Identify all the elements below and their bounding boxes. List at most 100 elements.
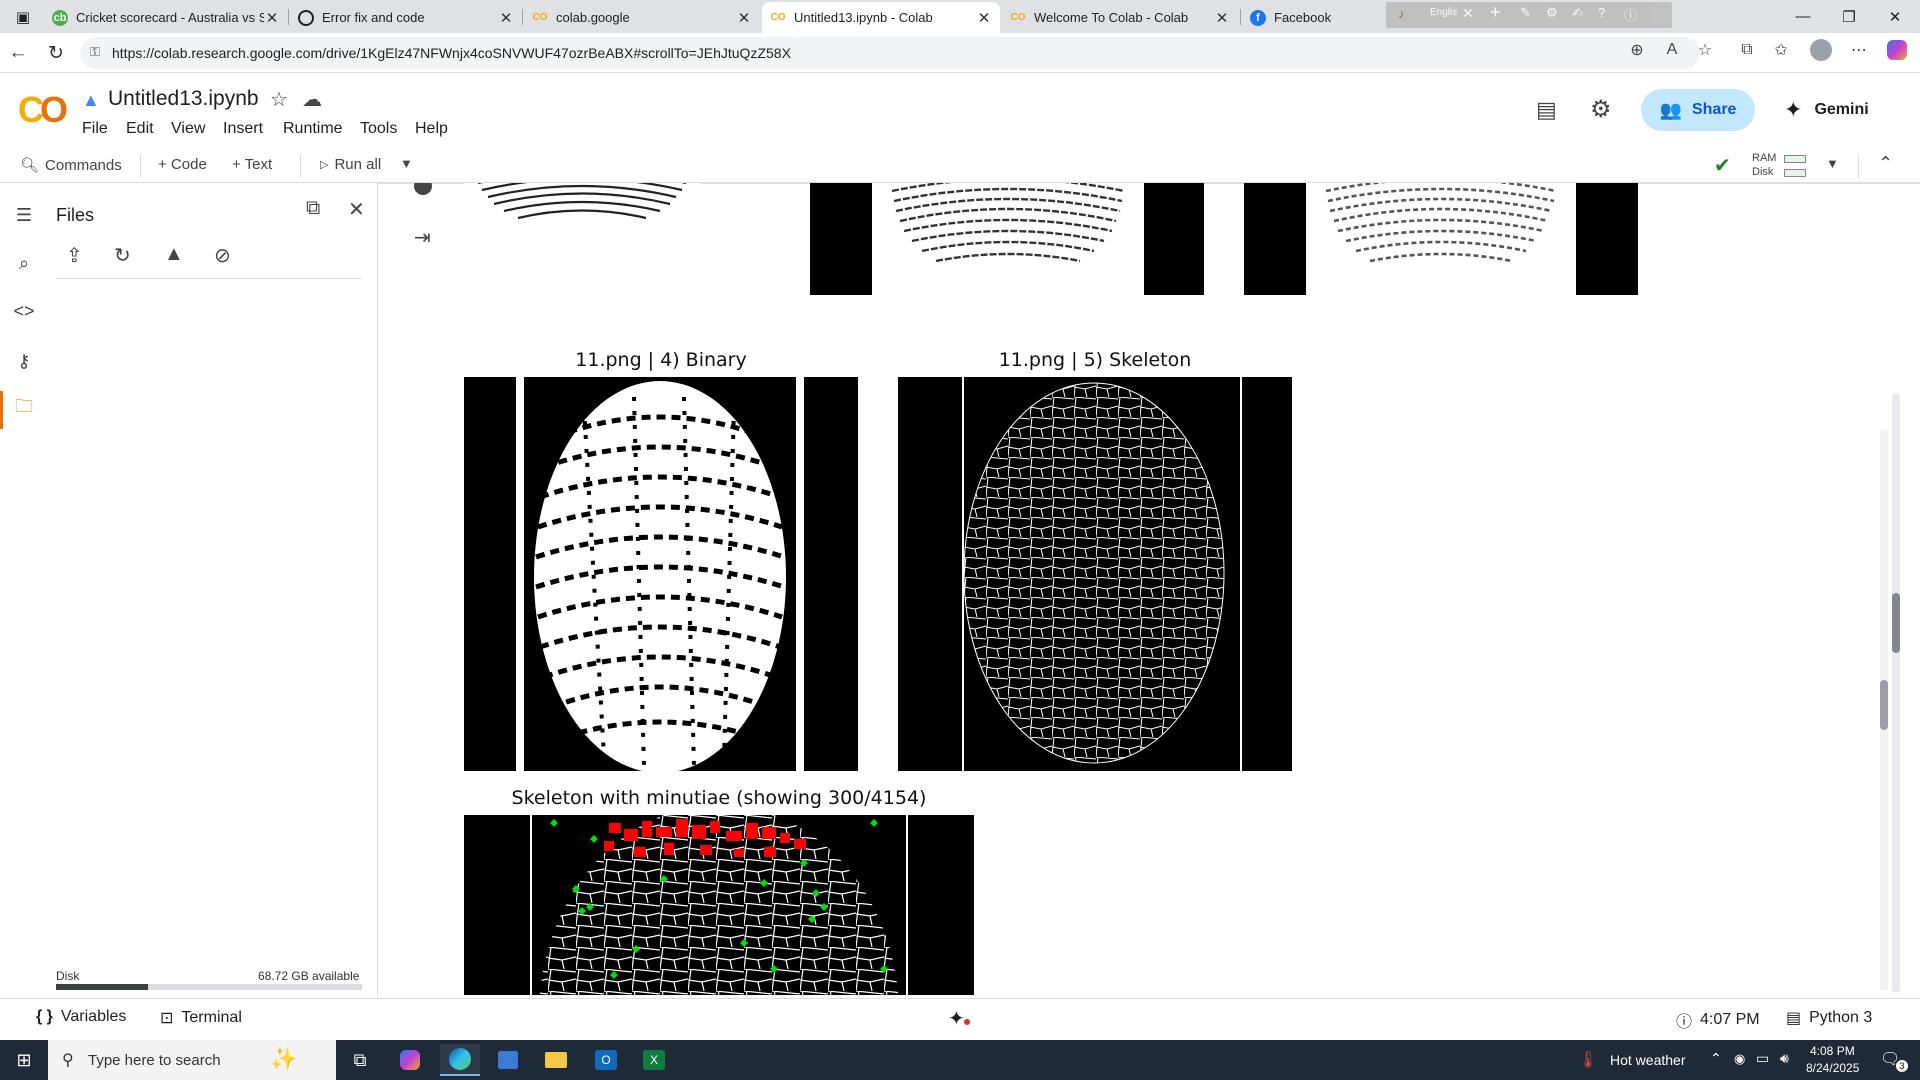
table-of-contents-icon[interactable]: ☰ bbox=[10, 201, 38, 229]
find-replace-icon[interactable]: ⌕ bbox=[10, 249, 38, 277]
minimize-icon[interactable]: — bbox=[1780, 0, 1826, 33]
show-hidden-icons-chevron[interactable]: ⌃ bbox=[1710, 1050, 1722, 1067]
mount-drive-icon[interactable]: ▲ bbox=[164, 243, 184, 266]
file-explorer-icon[interactable] bbox=[536, 1044, 576, 1076]
profile-avatar[interactable] bbox=[1808, 37, 1834, 63]
camera-icon[interactable]: ◉ bbox=[1734, 1051, 1745, 1067]
colab-logo[interactable]: CO bbox=[18, 89, 68, 131]
extensions-icon[interactable]: ⧉ bbox=[1734, 37, 1760, 63]
clock-date[interactable]: 8/24/2025 bbox=[1806, 1061, 1859, 1075]
facebook-icon: f bbox=[1250, 9, 1266, 26]
new-tab-icon[interactable]: + bbox=[1490, 2, 1501, 23]
open-in-tab-icon[interactable]: ⧉ bbox=[306, 197, 320, 220]
task-view-icon[interactable]: ⧉ bbox=[340, 1044, 380, 1076]
zoom-icon[interactable]: ⊕ bbox=[1624, 37, 1650, 63]
close-icon[interactable]: ✕ bbox=[1214, 9, 1230, 27]
reload-icon[interactable]: ↻ bbox=[42, 39, 70, 67]
site-info-icon[interactable]: ⚿ bbox=[90, 44, 100, 60]
close-icon[interactable]: ✕ bbox=[1462, 5, 1474, 22]
read-aloud-icon[interactable]: A bbox=[1659, 37, 1685, 63]
menu-help[interactable]: Help bbox=[415, 120, 448, 138]
browser-tab-welcome-colab[interactable]: CO Welcome To Colab - Colab ✕ bbox=[1002, 2, 1238, 33]
resource-monitor[interactable]: RAM Disk bbox=[1752, 152, 1808, 180]
favorites-icon[interactable]: ✩ bbox=[1768, 37, 1794, 63]
restore-icon[interactable]: ❐ bbox=[1826, 0, 1872, 33]
fingerprint-image-1 bbox=[464, 183, 700, 223]
left-rail: ☰ ⌕ <> ⚷ 🗀 bbox=[0, 183, 46, 998]
output-scrollbar-track[interactable] bbox=[1892, 393, 1900, 993]
menu-edit[interactable]: Edit bbox=[126, 120, 154, 138]
terminal-button[interactable]: ⊡ Terminal bbox=[160, 1008, 242, 1028]
run-cell-icon[interactable] bbox=[414, 183, 432, 195]
menu-file[interactable]: File bbox=[82, 120, 108, 138]
colab-icon: CO bbox=[532, 12, 548, 23]
run-all-button[interactable]: ▷ Run all bbox=[320, 156, 381, 173]
settings-icon[interactable]: ⚙ bbox=[1546, 5, 1558, 21]
volume-icon[interactable]: 🔊︎ bbox=[1780, 1050, 1789, 1067]
upload-file-icon[interactable]: ⇪ bbox=[66, 243, 83, 268]
add-text-button[interactable]: + Text bbox=[232, 156, 272, 173]
close-panel-icon[interactable]: ✕ bbox=[348, 197, 365, 222]
menu-tools[interactable]: Tools bbox=[360, 120, 397, 138]
pen-icon[interactable]: ✍ bbox=[1572, 5, 1583, 21]
browser-tab-error-fix[interactable]: Error fix and code ✕ bbox=[290, 2, 522, 33]
output-actions-icon[interactable]: ⇥ bbox=[414, 225, 431, 250]
refresh-icon[interactable]: ↻ bbox=[114, 243, 131, 268]
windows-start-icon[interactable]: ⊞ bbox=[4, 1044, 44, 1076]
execution-status[interactable]: ⓘ 4:07 PM bbox=[1676, 1008, 1760, 1032]
output-scrollbar-thumb[interactable] bbox=[1892, 593, 1900, 653]
files-panel: Files ⧉ ✕ ⇪ ↻ ▲ ⊘ Disk 68.72 GB availabl… bbox=[46, 183, 378, 998]
add-code-button[interactable]: + Code bbox=[158, 156, 207, 173]
back-arrow-icon[interactable]: ← bbox=[4, 39, 32, 67]
close-icon[interactable]: ✕ bbox=[736, 9, 752, 27]
browser-tab-untitled13[interactable]: CO Untitled13.ipynb - Colab ✕ bbox=[762, 2, 1000, 33]
browser-tab-cricket[interactable]: cb Cricket scorecard - Australia vs So ✕ bbox=[44, 2, 288, 33]
outlook-icon[interactable]: O bbox=[586, 1044, 626, 1076]
page-scrollbar-thumb[interactable] bbox=[1880, 680, 1888, 730]
gemini-sparkle-icon[interactable]: ✦ bbox=[948, 1006, 965, 1031]
menu-insert[interactable]: Insert bbox=[223, 120, 263, 138]
clock-time[interactable]: 4:08 PM bbox=[1810, 1044, 1855, 1058]
mic-icon[interactable]: ✎ bbox=[1520, 5, 1531, 21]
hide-files-eye-icon[interactable]: ⊘ bbox=[214, 243, 231, 268]
favorite-star-icon[interactable]: ☆ bbox=[1692, 37, 1718, 63]
menu-view[interactable]: View bbox=[171, 120, 205, 138]
comment-icon[interactable]: ▤ bbox=[1536, 97, 1557, 123]
help-icon[interactable]: ? bbox=[1598, 5, 1605, 20]
star-icon[interactable]: ☆ bbox=[270, 87, 288, 112]
page-scrollbar-track[interactable] bbox=[1880, 430, 1888, 990]
copilot-app-icon[interactable] bbox=[390, 1044, 430, 1076]
share-button[interactable]: 👥 Share bbox=[1641, 89, 1755, 131]
edge-browser-icon[interactable] bbox=[440, 1044, 480, 1076]
gemini-button[interactable]: ✦ Gemini bbox=[1784, 89, 1869, 131]
excel-icon[interactable]: X bbox=[634, 1044, 674, 1076]
taskbar-search-box[interactable]: ⚲ Type here to search ✨ bbox=[48, 1040, 336, 1080]
notification-count-badge: 3 bbox=[1896, 1060, 1908, 1072]
runtime-type[interactable]: ▤ Python 3 bbox=[1786, 1008, 1872, 1028]
secrets-key-icon[interactable]: ⚷ bbox=[10, 347, 38, 375]
window-close-icon[interactable]: ✕ bbox=[1872, 0, 1918, 33]
files-folder-icon[interactable]: 🗀 bbox=[10, 395, 38, 423]
run-options-chevron-icon[interactable]: ▼ bbox=[400, 156, 413, 171]
more-options-icon[interactable]: ⋯ bbox=[1846, 37, 1872, 63]
close-icon[interactable]: ✕ bbox=[264, 9, 280, 27]
commands-button[interactable]: 🔍︎ Commands bbox=[20, 156, 122, 175]
weather-label[interactable]: Hot weather bbox=[1610, 1052, 1685, 1068]
close-icon[interactable]: ✕ bbox=[976, 9, 992, 27]
collapse-header-icon[interactable]: ⌃ bbox=[1878, 153, 1893, 174]
browser-tab-colab-google[interactable]: CO colab.google ✕ bbox=[524, 2, 760, 33]
store-icon[interactable] bbox=[488, 1044, 528, 1076]
network-icon[interactable]: ▭ bbox=[1756, 1050, 1769, 1067]
notebook-title[interactable]: Untitled13.ipynb bbox=[108, 87, 259, 111]
gear-icon[interactable]: ⚙ bbox=[1590, 95, 1612, 124]
variables-button[interactable]: { } Variables bbox=[36, 1008, 126, 1026]
tab-actions-icon[interactable]: ▣ bbox=[0, 0, 46, 33]
code-snippets-icon[interactable]: <> bbox=[10, 297, 38, 325]
info-icon[interactable]: ⓘ bbox=[1624, 5, 1637, 24]
copilot-icon[interactable] bbox=[1884, 37, 1910, 63]
menu-runtime[interactable]: Runtime bbox=[283, 120, 343, 138]
address-bar[interactable]: ⚿ https://colab.research.google.com/driv… bbox=[80, 37, 1700, 69]
browser-tab-facebook[interactable]: f Facebook bbox=[1242, 2, 1386, 33]
runtime-options-chevron-icon[interactable]: ▼ bbox=[1826, 156, 1839, 171]
close-icon[interactable]: ✕ bbox=[498, 9, 514, 27]
